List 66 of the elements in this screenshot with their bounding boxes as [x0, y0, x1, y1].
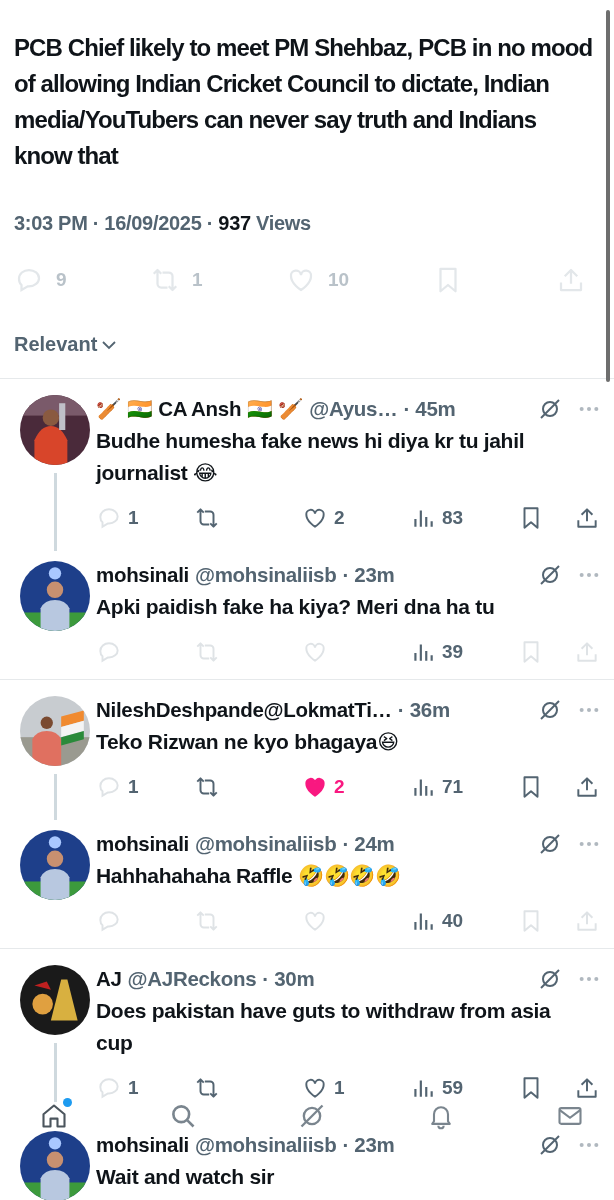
post-text: PCB Chief likely to meet PM Shehbaz, PCB in no mood of allowing Indian Cricket Council to dictate, Indian media/YouTubers can never say truth and Indians know that	[13, 33, 594, 171]
slashed-circle-icon[interactable]	[538, 397, 562, 421]
reply-text: Wait and watch sir	[96, 1164, 276, 1190]
slashed-circle-icon[interactable]	[538, 1133, 562, 1157]
user-handle[interactable]: @Ayus…	[309, 395, 398, 423]
like-count: 2	[334, 507, 345, 529]
sort-dropdown[interactable]: Relevant	[14, 333, 98, 356]
reply-text: Hahhahahaha Raffle 🤣🤣🤣🤣	[96, 863, 402, 889]
repost-icon[interactable]	[194, 1075, 220, 1101]
display-name[interactable]: AJ	[96, 965, 122, 993]
share-icon[interactable]	[574, 774, 600, 800]
display-name[interactable]: mohsinali	[96, 561, 189, 589]
user-handle[interactable]: @AJReckons	[127, 965, 257, 993]
user-handle[interactable]: @mohsinaliisb	[195, 561, 337, 589]
slashed-circle-icon[interactable]	[538, 563, 562, 587]
chevron-down-icon[interactable]	[101, 339, 118, 350]
reply-text: Apki paidish fake ha kiya? Meri dna ha tu	[96, 594, 496, 620]
view-count: 937	[218, 212, 251, 235]
share-icon[interactable]	[574, 1075, 600, 1101]
post-timestamp: 3:03 PM · 16/09/2025 ·	[14, 212, 215, 235]
search-icon[interactable]	[169, 1102, 197, 1130]
like-count: 1	[334, 1077, 345, 1099]
thread-line	[53, 774, 57, 820]
more-icon[interactable]	[578, 571, 600, 579]
more-icon[interactable]	[578, 840, 600, 848]
reply-count: 1	[128, 776, 139, 798]
display-name[interactable]: mohsinali	[96, 1131, 189, 1159]
more-icon[interactable]	[578, 405, 600, 413]
view-count: 71	[442, 776, 464, 798]
view-count: 40	[442, 910, 464, 932]
user-handle[interactable]: @mohsinaliisb	[195, 830, 337, 858]
slashed-circle-icon[interactable]	[538, 832, 562, 856]
home-icon[interactable]	[40, 1102, 68, 1130]
reply-count: 1	[128, 507, 139, 529]
slashed-circle-icon[interactable]	[298, 1102, 326, 1130]
user-handle[interactable]: @mohsinaliisb	[195, 1131, 337, 1159]
timestamp: · 30m	[262, 966, 315, 992]
repost-count: 1	[192, 269, 203, 291]
reply-count: 9	[56, 269, 67, 291]
display-name[interactable]: mohsinali	[96, 830, 189, 858]
reply-count: 1	[128, 1077, 139, 1099]
timestamp: · 24m	[342, 831, 395, 857]
views-label: Views	[255, 212, 311, 235]
timestamp: · 36m	[397, 697, 450, 723]
reply-text: Does pakistan have guts to withdraw from asia cup	[96, 998, 552, 1056]
timestamp: · 45m	[403, 396, 456, 422]
view-count: 83	[442, 507, 464, 529]
slashed-circle-icon[interactable]	[538, 698, 562, 722]
slashed-circle-icon[interactable]	[538, 967, 562, 991]
view-count: 59	[442, 1077, 464, 1099]
like-count: 10	[328, 269, 350, 291]
share-icon[interactable]	[574, 505, 600, 531]
reply-text: Teko Rizwan ne kyo bhagaya😆	[96, 729, 400, 755]
timestamp: · 23m	[342, 562, 395, 588]
timestamp: · 23m	[342, 1132, 395, 1158]
display-name[interactable]: 🏏 🇮🇳 CA Ansh 🇮🇳 🏏	[96, 395, 304, 423]
like-count: 2	[334, 776, 345, 798]
more-icon[interactable]	[578, 1141, 600, 1149]
view-count: 39	[442, 641, 464, 663]
reply-text: Budhe humesha fake news hi diya kr tu jahil journalist 😂	[96, 428, 526, 486]
notification-dot	[63, 1098, 72, 1107]
repost-icon[interactable]	[194, 774, 220, 800]
more-icon[interactable]	[578, 975, 600, 983]
repost-icon[interactable]	[194, 505, 220, 531]
display-name[interactable]: NileshDeshpande@LokmatTi…	[96, 696, 392, 724]
more-icon[interactable]	[578, 706, 600, 714]
